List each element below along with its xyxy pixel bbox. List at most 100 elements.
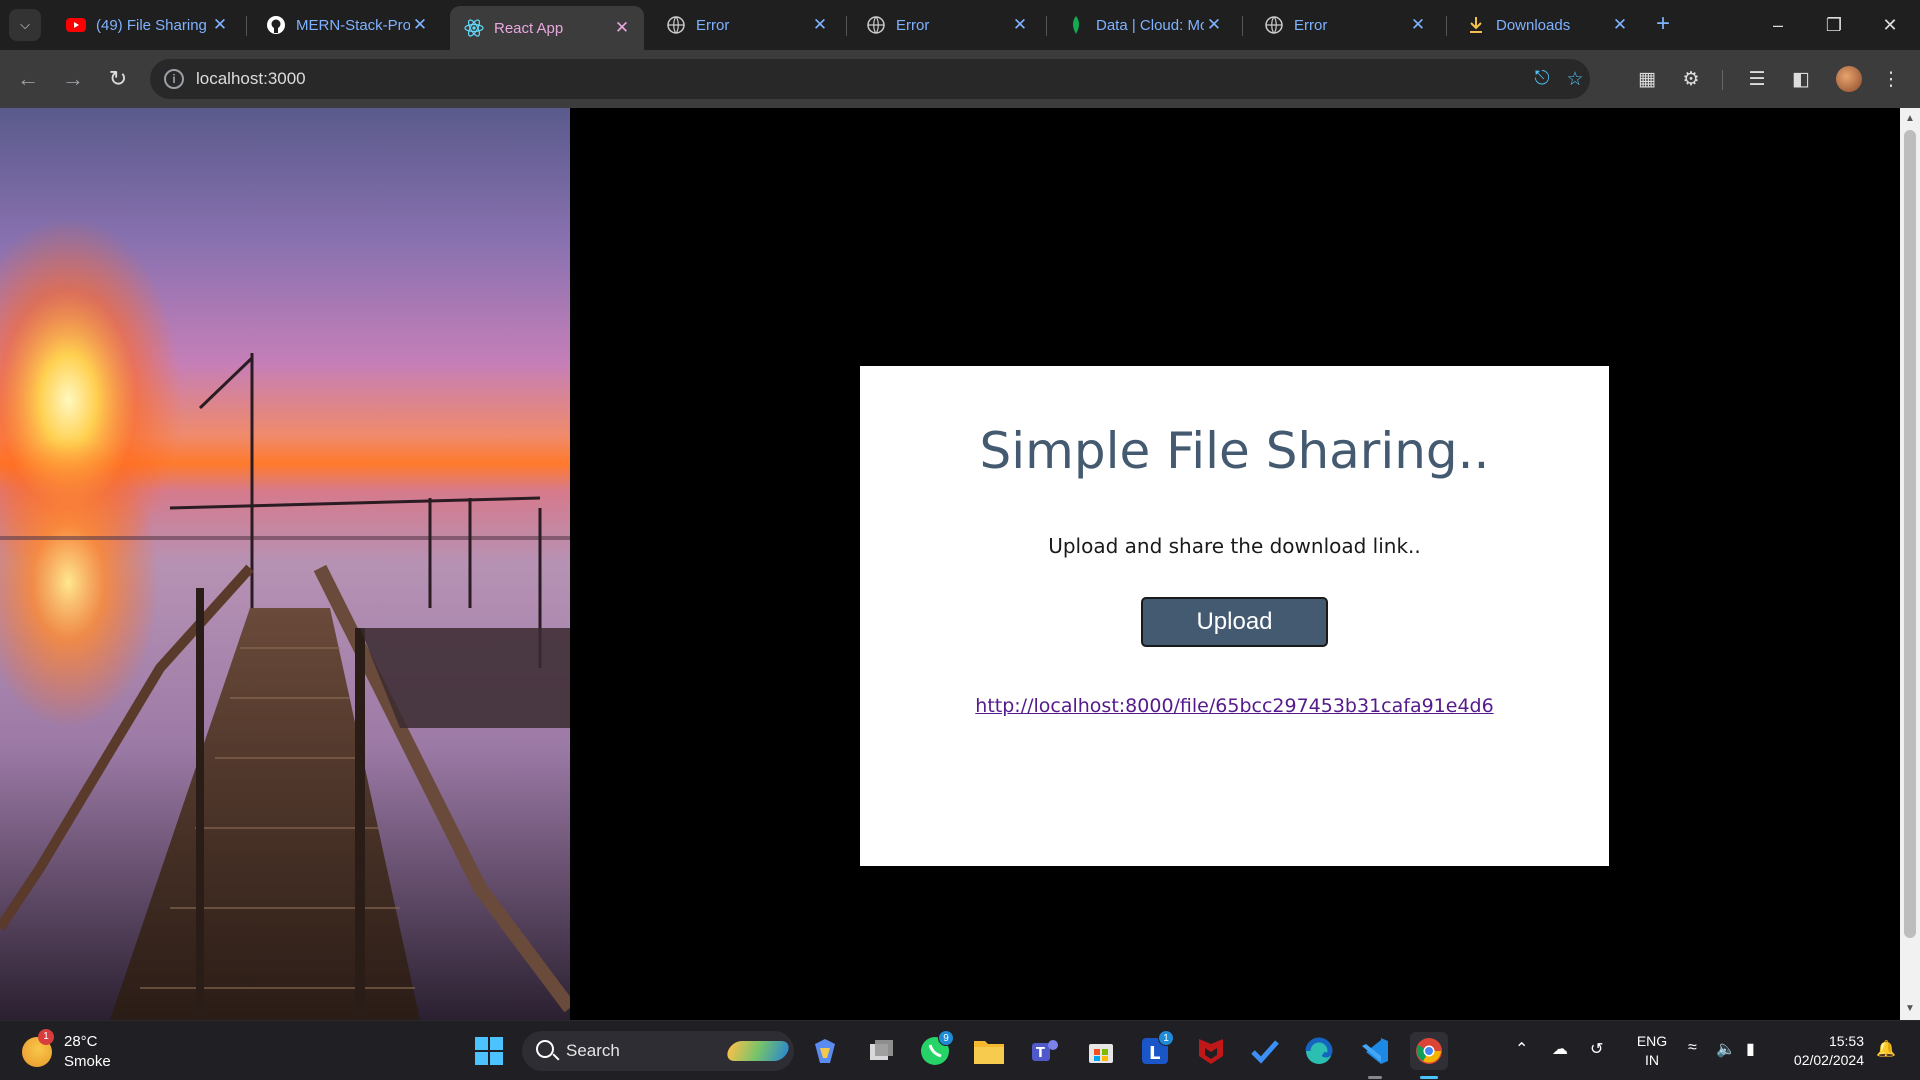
globe-icon	[666, 15, 686, 35]
page-viewport: Simple File Sharing.. Upload and share t…	[0, 108, 1900, 1020]
taskbar-search[interactable]: Search	[522, 1031, 794, 1071]
upload-button[interactable]: Upload	[1141, 597, 1328, 647]
tab-mongodb[interactable]: Data | Cloud: Mc ✕	[1052, 6, 1236, 44]
l-app-badge: 1	[1158, 1030, 1174, 1046]
close-icon[interactable]: ✕	[210, 15, 230, 35]
tab-divider	[1046, 16, 1047, 36]
tab-error-1[interactable]: Error ✕	[652, 6, 842, 44]
close-icon[interactable]: ✕	[612, 18, 632, 38]
chrome-icon[interactable]	[1410, 1032, 1448, 1070]
github-icon	[266, 15, 286, 35]
react-icon	[464, 18, 484, 38]
weather-badge: 1	[38, 1029, 54, 1045]
mongodb-leaf-icon	[1066, 15, 1086, 35]
taskbar: 1 28°C Smoke Search 9 T L 1 ⌃ ☁ ↺ ENG IN…	[0, 1020, 1920, 1080]
menu-dots-icon[interactable]: ⋮	[1876, 64, 1906, 94]
scroll-up-icon[interactable]: ▲	[1900, 110, 1920, 128]
tab-divider	[1446, 16, 1447, 36]
globe-icon	[866, 15, 886, 35]
close-icon[interactable]: ✕	[810, 15, 830, 35]
file-explorer-icon[interactable]	[970, 1032, 1008, 1070]
chevron-down-icon: ⌵	[20, 17, 30, 32]
tab-title: Error	[696, 16, 730, 34]
tab-search-button[interactable]: ⌵	[9, 9, 41, 41]
tab-error-2[interactable]: Error ✕	[852, 6, 1042, 44]
tab-react-app[interactable]: React App ✕	[450, 6, 644, 50]
install-app-icon[interactable]: ⎋	[1527, 64, 1557, 94]
sunset-pier-image	[0, 108, 570, 1020]
language-code: ENG	[1636, 1033, 1668, 1049]
sync-icon[interactable]: ↺	[1590, 1039, 1603, 1059]
tab-divider	[846, 16, 847, 36]
wifi-icon[interactable]: ≈	[1688, 1039, 1697, 1057]
close-icon[interactable]: ✕	[1408, 15, 1428, 35]
chrome-running-indicator	[1420, 1076, 1438, 1079]
search-label: Search	[566, 1041, 620, 1060]
reload-icon[interactable]: ↻	[103, 64, 133, 94]
upload-card: Simple File Sharing.. Upload and share t…	[860, 366, 1609, 866]
copilot-icon[interactable]	[806, 1032, 844, 1070]
mcafee-icon[interactable]	[1192, 1032, 1230, 1070]
tab-divider	[1242, 16, 1243, 36]
tab-title: MERN-Stack-Pro	[296, 16, 410, 34]
windows-start-icon[interactable]	[470, 1032, 508, 1070]
globe-icon	[1264, 15, 1284, 35]
close-icon[interactable]: ✕	[1204, 15, 1224, 35]
svg-text:L: L	[1149, 1043, 1160, 1064]
scrollbar-thumb[interactable]	[1904, 130, 1916, 938]
minimize-icon[interactable]: –	[1758, 10, 1798, 40]
task-view-icon[interactable]	[862, 1032, 900, 1070]
tab-title: Error	[896, 16, 930, 34]
bookmark-star-icon[interactable]: ☆	[1560, 64, 1590, 94]
weather-temperature[interactable]: 28°C	[64, 1033, 98, 1050]
tab-youtube[interactable]: (49) File Sharing ✕	[52, 6, 242, 44]
teams-icon[interactable]: T	[1026, 1032, 1064, 1070]
new-tab-button[interactable]: +	[1650, 12, 1676, 38]
tab-github[interactable]: MERN-Stack-Pro ✕	[252, 6, 442, 44]
page-subtitle: Upload and share the download link..	[1048, 534, 1421, 558]
whatsapp-badge: 9	[938, 1030, 954, 1046]
forward-icon[interactable]: →	[58, 64, 88, 94]
chevron-up-icon[interactable]: ⌃	[1515, 1039, 1528, 1059]
media-queue-icon[interactable]: ☰	[1742, 64, 1772, 94]
close-icon[interactable]: ✕	[1010, 15, 1030, 35]
battery-icon[interactable]: ▮	[1746, 1039, 1755, 1059]
store-icon[interactable]	[1082, 1032, 1120, 1070]
weather-description[interactable]: Smoke	[64, 1053, 111, 1070]
edge-icon[interactable]	[1300, 1032, 1338, 1070]
volume-icon[interactable]: 🔈	[1716, 1039, 1736, 1059]
language-indicator[interactable]: ENG IN	[1636, 1032, 1668, 1070]
download-icon	[1466, 15, 1486, 35]
extensions-icon[interactable]: ⚙	[1676, 64, 1706, 94]
tab-divider	[246, 16, 247, 36]
screenshot-icon[interactable]: ▦	[1632, 64, 1662, 94]
notifications-bell-icon[interactable]: 🔔	[1876, 1039, 1896, 1059]
tab-downloads[interactable]: Downloads ✕	[1452, 6, 1642, 44]
tab-title: React App	[494, 19, 564, 37]
language-region: IN	[1645, 1052, 1659, 1068]
close-icon[interactable]: ✕	[1610, 15, 1630, 35]
clock-time: 15:53	[1828, 1033, 1864, 1049]
tab-error-3[interactable]: Error ✕	[1250, 6, 1440, 44]
restore-icon[interactable]: ❐	[1814, 10, 1854, 40]
site-info-icon[interactable]: i	[164, 69, 184, 89]
address-text: localhost:3000	[196, 69, 306, 88]
tab-title: Downloads	[1496, 16, 1571, 34]
page-scrollbar[interactable]: ▲ ▼	[1900, 108, 1920, 1020]
search-highlight-icon	[724, 1041, 792, 1061]
back-icon[interactable]: ←	[13, 64, 43, 94]
address-bar[interactable]: i localhost:3000 ⎋ ☆	[150, 59, 1590, 99]
scroll-down-icon[interactable]: ▼	[1900, 1000, 1920, 1018]
tab-strip: ⌵ (49) File Sharing ✕ MERN-Stack-Pro ✕ R…	[0, 0, 1920, 50]
close-window-icon[interactable]: ✕	[1870, 10, 1910, 40]
download-link[interactable]: http://localhost:8000/file/65bcc297453b3…	[860, 695, 1609, 717]
profile-avatar[interactable]	[1836, 66, 1862, 92]
vscode-icon[interactable]	[1356, 1032, 1394, 1070]
system-clock[interactable]: 15:53 02/02/2024	[1780, 1032, 1864, 1070]
todo-icon[interactable]	[1246, 1032, 1284, 1070]
close-icon[interactable]: ✕	[410, 15, 430, 35]
side-panel-icon[interactable]: ◧	[1786, 64, 1816, 94]
onedrive-cloud-icon[interactable]: ☁	[1552, 1039, 1568, 1059]
browser-toolbar: ← → ↻ i localhost:3000 ⎋ ☆ ▦ ⚙ ☰ ◧ ⋮	[0, 50, 1920, 108]
youtube-icon	[66, 15, 86, 35]
